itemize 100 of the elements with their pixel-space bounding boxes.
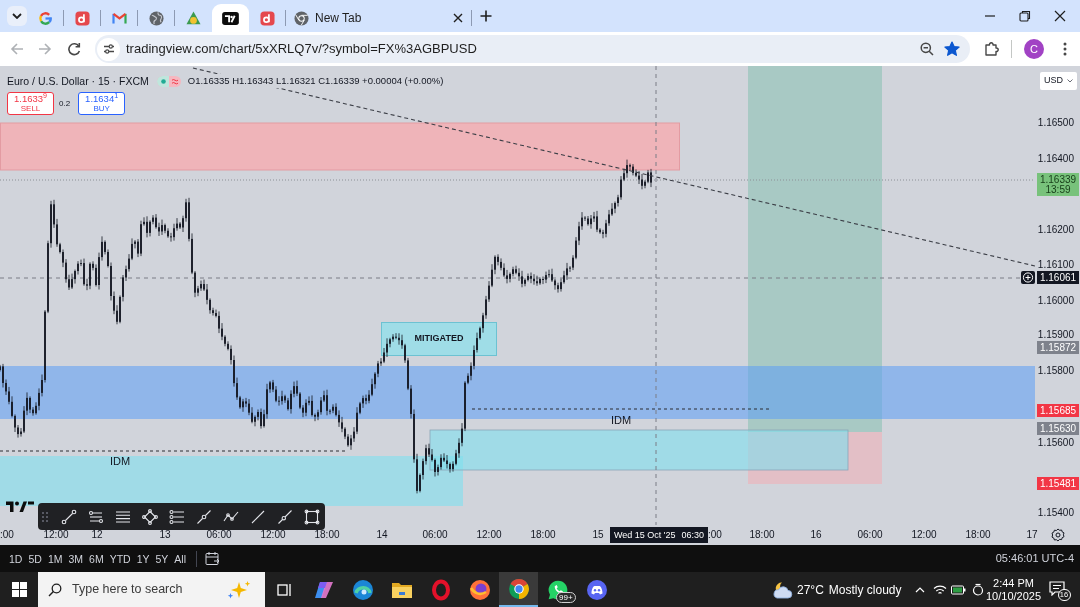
close-icon[interactable]	[1053, 10, 1066, 22]
time-tick: 12:00	[911, 529, 937, 541]
range-button[interactable]: 5Y	[153, 551, 171, 566]
browser-logo-icon	[507, 577, 530, 600]
chart-clock[interactable]: 05:46:01 UTC-4	[995, 550, 1074, 567]
diagonal-line-icon[interactable]	[250, 508, 266, 525]
logo-icon	[6, 501, 34, 512]
taskbar-app-button[interactable]	[499, 572, 538, 607]
browser-tab[interactable]	[212, 4, 249, 32]
price-tick: 1.15400	[1037, 506, 1074, 518]
price-badge: 1.15630	[1037, 422, 1079, 435]
plus-circle-icon[interactable]	[1021, 271, 1035, 284]
price-tick: 1.16100	[1037, 258, 1074, 270]
horizontal-lines-icon[interactable]	[115, 508, 131, 525]
search-icon	[48, 582, 62, 597]
wave-logo-icon	[351, 578, 374, 601]
chevron-up-icon[interactable]	[914, 586, 925, 593]
range-button[interactable]: 6M	[87, 551, 106, 566]
idm-label: IDM	[109, 455, 131, 467]
price-tick: 1.15600	[1037, 436, 1074, 448]
time-tick: 18:00	[965, 529, 991, 541]
price-tick: 1.16500	[1037, 116, 1074, 128]
reload-icon[interactable]	[67, 42, 81, 56]
price-badge: 1.15481	[1037, 477, 1079, 490]
price-tick: 1.16200	[1037, 223, 1074, 235]
line-with-end-dots-icon[interactable]	[61, 508, 77, 525]
battery-icon[interactable]	[950, 584, 966, 595]
crosshair-time: 06:30	[681, 529, 705, 541]
line-with-dot-icon[interactable]	[196, 508, 212, 525]
zone-label: MITIGATED	[414, 332, 464, 346]
currency-dropdown[interactable]: USD	[1040, 72, 1077, 90]
chevron-down-icon	[1067, 79, 1073, 83]
range-button[interactable]: 3M	[66, 551, 86, 566]
zoom-out-icon[interactable]	[920, 42, 934, 56]
time-tick: 12:00	[260, 529, 286, 541]
profile-avatar[interactable]: C	[1024, 39, 1044, 59]
time-tick: 06:00	[857, 529, 883, 541]
calendar-icon[interactable]	[205, 551, 220, 566]
range-button[interactable]: All	[172, 551, 188, 566]
kebab-menu-icon[interactable]	[1063, 42, 1067, 56]
symbol-title: Euro / U.S. Dollar · 15 · FXCM	[7, 75, 149, 87]
taskbar-time: 2:44 PM	[993, 576, 1034, 590]
sell-button[interactable]: 1.1633$^{9}$ SELL	[7, 92, 54, 115]
price-tick: 1.15900	[1037, 328, 1074, 340]
time-tick: :00	[708, 529, 722, 541]
app-logo-icon	[260, 10, 275, 26]
ring-icon[interactable]	[971, 583, 984, 596]
weather-condition: Mostly cloudy	[828, 581, 902, 599]
globe-icon	[149, 10, 164, 26]
price-badge: 1.16061	[1037, 271, 1079, 284]
range-button[interactable]: 1D	[7, 551, 25, 566]
ring-logo-icon	[429, 578, 452, 601]
time-tick: 18:00	[530, 529, 556, 541]
cloud-moon-icon[interactable]	[771, 580, 793, 599]
mail-icon	[112, 12, 127, 24]
line-with-dot-icon[interactable]	[277, 508, 293, 525]
spread-value: 0.2	[59, 97, 71, 110]
close-icon[interactable]	[453, 13, 463, 23]
search-bar[interactable]: Type here to search	[38, 572, 265, 607]
taskbar-app-button[interactable]: 99+	[538, 572, 577, 607]
lines-with-dots-icon[interactable]	[169, 508, 185, 525]
taskbar-date: 10/10/2025	[986, 589, 1042, 603]
tab-search-button[interactable]	[7, 6, 27, 26]
sparkle-icon	[227, 579, 251, 600]
tune-icon	[102, 43, 115, 55]
wifi-icon[interactable]	[932, 583, 947, 596]
star-icon[interactable]	[944, 41, 960, 57]
price-tick: 1.16000	[1037, 294, 1074, 306]
restore-icon[interactable]	[1018, 10, 1031, 22]
time-tick: 12:00	[43, 529, 69, 541]
diamond-with-dots-icon[interactable]	[142, 508, 158, 525]
price-badge: 1.16339 13:59	[1037, 173, 1079, 196]
time-tick: 06:00	[206, 529, 232, 541]
rectangle-icon[interactable]	[304, 508, 320, 525]
browser-tab[interactable]: New Tab	[286, 4, 472, 32]
channel-icon[interactable]	[88, 508, 104, 525]
status-indicator-icon	[156, 75, 181, 87]
app-logo-icon	[585, 578, 608, 601]
time-tick: 13	[159, 529, 171, 541]
drag-handle-icon[interactable]	[41, 510, 49, 523]
browser-logo-icon	[294, 10, 309, 26]
range-button[interactable]: 1Y	[134, 551, 152, 566]
price-tick: 1.16400	[1037, 152, 1074, 164]
puzzle-icon[interactable]	[984, 41, 1000, 57]
idm-label: IDM	[610, 414, 632, 426]
price-tick: 1.15800	[1037, 364, 1074, 376]
site-info-button[interactable]	[97, 37, 120, 61]
address-bar[interactable]: tradingview.com/chart/5xXRLQ7v/?symbol=FX%3AGBPUSD	[95, 35, 970, 63]
chevron-down-icon	[12, 13, 22, 19]
search-field[interactable]: Type here to search	[72, 580, 227, 599]
range-button[interactable]: YTD	[107, 551, 133, 566]
url-field[interactable]: tradingview.com/chart/5xXRLQ7v/?symbol=FX%3AGBPUSD	[126, 39, 920, 59]
range-button[interactable]: 1M	[45, 551, 65, 566]
buy-button[interactable]: 1.1634$^{1}$ BUY	[78, 92, 126, 115]
plus-icon[interactable]	[480, 10, 492, 22]
settings-icon[interactable]	[1051, 528, 1065, 542]
price-badge: 1.15685	[1037, 404, 1079, 417]
time-tick: 17	[1026, 529, 1038, 541]
time-tick: 14	[376, 529, 388, 541]
range-button[interactable]: 5D	[26, 551, 44, 566]
